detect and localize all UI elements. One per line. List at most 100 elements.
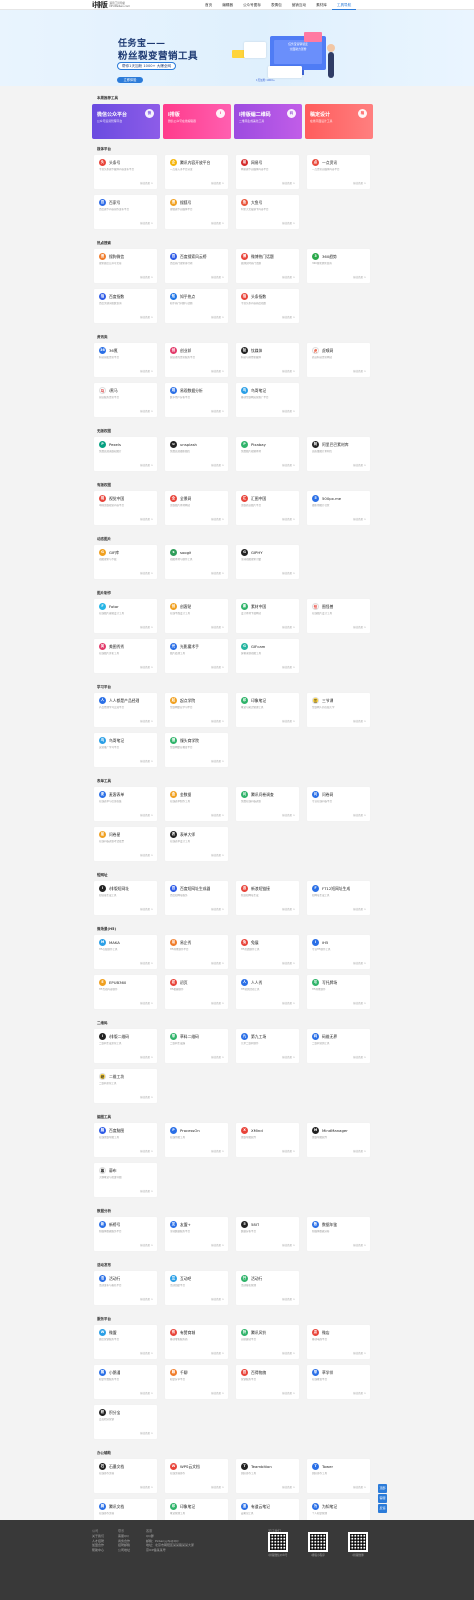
tool-card[interactable]: 视视觉中国 中国正版视觉内容平台 前往首页 >: [94, 491, 157, 525]
tool-card[interactable]: 怪图怪兽 在线图片设计工具 前往首页 >: [307, 599, 370, 633]
tool-card[interactable]: 数数据年鉴 新媒体数据分析 前往首页 >: [307, 1217, 370, 1251]
float-top-button[interactable]: 顶部: [378, 1484, 387, 1493]
hero-banner[interactable]: 任务宝—— 粉丝裂变营销工具 帮你1天加粉 1000+ 大爆全网 立即体验 任务…: [0, 10, 474, 86]
tool-card[interactable]: 美美图秀秀 在线图片美化工具 前往首页 >: [94, 639, 157, 673]
tool-card[interactable]: 观易观数据分析 数字用户分析平台 前往首页 >: [165, 383, 228, 417]
tool-visit-link[interactable]: 前往首页 >: [140, 1297, 153, 1301]
tool-visit-link[interactable]: 前往首页 >: [211, 409, 224, 413]
footer-link[interactable]: 公司地址: [118, 1548, 130, 1553]
nav-link-3[interactable]: 公众号图标: [238, 0, 266, 10]
tool-card[interactable]: 馒馒头商学院 互联网职业教育平台 前往首页 >: [165, 733, 228, 767]
nav-link-7[interactable]: 工具导航: [331, 0, 357, 10]
tool-card[interactable]: 三三节课 互联网人的在线大学 前往首页 >: [307, 693, 370, 727]
tool-card[interactable]: 搜搜狗微信 搜索微信公众号文章 前往首页 >: [94, 249, 157, 283]
tool-card[interactable]: 活活动行 活动发布与报名平台 前往首页 >: [94, 1271, 157, 1305]
tool-card[interactable]: 百百度短网址生成器 百度短网址服务 前往首页 >: [165, 881, 228, 915]
tool-visit-link[interactable]: 前往首页 >: [353, 1243, 366, 1247]
tool-card[interactable]: 印印象笔记 笔记与知识管理工具 前往首页 >: [236, 693, 299, 727]
tool-card[interactable]: 鸟鸟哥笔记 移动互联网运营推广平台 前往首页 >: [236, 383, 299, 417]
float-service-button[interactable]: 客服: [378, 1494, 387, 1503]
tool-visit-link[interactable]: 前往首页 >: [140, 1351, 153, 1355]
footer-link[interactable]: 关于我们: [92, 1534, 104, 1539]
tool-visit-link[interactable]: 前往首页 >: [211, 369, 224, 373]
float-feedback-button[interactable]: 反馈: [378, 1504, 387, 1513]
tool-card[interactable]: 指百度指数 百度关键词指数查询 前往首页 >: [94, 289, 157, 323]
tool-card[interactable]: M MindManager 思维导图软件 前往首页 >: [307, 1123, 370, 1157]
tool-visit-link[interactable]: 前往首页 >: [282, 275, 295, 279]
tool-visit-link[interactable]: 前往首页 >: [282, 181, 295, 185]
tool-visit-link[interactable]: 前往首页 >: [282, 571, 295, 575]
tool-card[interactable]: 百百得物旗 营销服务平台 前往首页 >: [236, 1365, 299, 1399]
tool-card[interactable]: T Tower 团队协作工具 前往首页 >: [307, 1459, 370, 1493]
tool-card[interactable]: 铃腾讯风铃 自助建站平台 前往首页 >: [236, 1325, 299, 1359]
tool-card[interactable]: 石石墨文档 在线协作文档 前往首页 >: [94, 1459, 157, 1493]
tool-visit-link[interactable]: 前往首页 >: [140, 1431, 153, 1435]
tool-visit-link[interactable]: 前往首页 >: [282, 625, 295, 629]
tool-card[interactable]: 点一点资讯 一点资讯自媒体内容平台 前往首页 >: [307, 155, 370, 189]
tool-card[interactable]: 麦麦客表单 在线表单与信息收集 前往首页 >: [94, 787, 157, 821]
tool-visit-link[interactable]: 前往首页 >: [140, 719, 153, 723]
tool-visit-link[interactable]: 前往首页 >: [211, 853, 224, 857]
site-logo[interactable]: i排版 运营工具导航 DH.IPaiban.com: [92, 1, 130, 9]
tool-visit-link[interactable]: 前往首页 >: [140, 907, 153, 911]
tool-visit-link[interactable]: 前往首页 >: [282, 813, 295, 817]
tool-visit-link[interactable]: 前往首页 >: [140, 463, 153, 467]
tool-visit-link[interactable]: 前往首页 >: [140, 1391, 153, 1395]
tool-visit-link[interactable]: 前往首页 >: [211, 625, 224, 629]
tool-card[interactable]: 问腾讯问卷调查 免费在线问卷调查 前往首页 >: [236, 787, 299, 821]
tool-card[interactable]: u unsplash 免费高清摄影图库 前往首页 >: [165, 437, 228, 471]
tool-visit-link[interactable]: 前往首页 >: [282, 369, 295, 373]
tool-visit-link[interactable]: 前往首页 >: [140, 1243, 153, 1247]
nav-link-2[interactable]: 编辑器: [217, 0, 238, 10]
tool-card[interactable]: 36 36氪 科技创投资讯平台 前往首页 >: [94, 343, 157, 377]
tool-card[interactable]: 人人人都是产品经理 产品经理学习交流平台 前往首页 >: [94, 693, 157, 727]
tool-card[interactable]: 钛钛媒体 科技与财经新媒体 前往首页 >: [236, 343, 299, 377]
tool-card[interactable]: 兔兔展 H5页面制作工具 前往首页 >: [236, 935, 299, 969]
tool-card[interactable]: 企腾讯内容开放平台 一点接入多平台分发 前往首页 >: [165, 155, 228, 189]
tool-visit-link[interactable]: 前往首页 >: [211, 1485, 224, 1489]
tool-visit-link[interactable]: 前往首页 >: [211, 315, 224, 319]
tool-visit-link[interactable]: 前往首页 >: [140, 625, 153, 629]
tool-visit-link[interactable]: 前往首页 >: [140, 1189, 153, 1193]
tool-visit-link[interactable]: 前往首页 >: [353, 181, 366, 185]
tool-card[interactable]: 草草学伴 在线教育平台 前往首页 >: [307, 1365, 370, 1399]
tool-card[interactable]: 虎虎嗅网 商业科技资讯网站 前往首页 >: [307, 343, 370, 377]
tool-card[interactable]: 创创业邦 创业者的资讯服务平台 前往首页 >: [165, 343, 228, 377]
tool-card[interactable]: 阿阿里巴巴素材库 高质量图片素材库 前往首页 >: [307, 437, 370, 471]
tool-card[interactable]: 有有赞商城 移动零售服务商 前往首页 >: [165, 1325, 228, 1359]
tool-card[interactable]: 鸟鸟哥笔记 运营推广学习平台 前往首页 >: [94, 733, 157, 767]
tool-visit-link[interactable]: 前往首页 >: [211, 1055, 224, 1059]
tool-visit-link[interactable]: 前往首页 >: [353, 275, 366, 279]
tool-visit-link[interactable]: 前往首页 >: [282, 1297, 295, 1301]
footer-link[interactable]: 京ICP备某某号: [146, 1548, 194, 1553]
tool-visit-link[interactable]: 前往首页 >: [353, 907, 366, 911]
tool-visit-link[interactable]: 前往首页 >: [353, 961, 366, 965]
tool-card[interactable]: 光光影魔术手 图片处理工具 前往首页 >: [165, 639, 228, 673]
tool-card[interactable]: 汇汇图中国 正版商业图片平台 前往首页 >: [236, 491, 299, 525]
tool-card[interactable]: E EPUB360 H5互动内容制作 前往首页 >: [94, 975, 157, 1009]
tool-visit-link[interactable]: 前往首页 >: [353, 1485, 366, 1489]
pick-card[interactable]: i排版 微信公众号在线编辑器 i: [163, 104, 231, 139]
nav-link-4[interactable]: 表情包: [266, 0, 287, 10]
tool-card[interactable]: G GIF库 动图搜索与下载 前往首页 >: [94, 545, 157, 579]
tool-visit-link[interactable]: 前往首页 >: [211, 1243, 224, 1247]
tool-visit-link[interactable]: 前往首页 >: [353, 369, 366, 373]
tool-visit-link[interactable]: 前往首页 >: [282, 1391, 295, 1395]
tool-visit-link[interactable]: 前往首页 >: [140, 315, 153, 319]
tool-visit-link[interactable]: 前往首页 >: [282, 1243, 295, 1247]
tool-visit-link[interactable]: 前往首页 >: [211, 1297, 224, 1301]
tool-card[interactable]: 店微店 移动电商平台 前往首页 >: [307, 1325, 370, 1359]
tool-card[interactable]: M MAKA H5在线制作工具 前往首页 >: [94, 935, 157, 969]
tool-card[interactable]: 浪新浪短链接 新浪短网址生成 前往首页 >: [236, 881, 299, 915]
tool-card[interactable]: 友友盟+ 全域数据服务平台 前往首页 >: [165, 1217, 228, 1251]
tool-visit-link[interactable]: 前往首页 >: [353, 517, 366, 521]
tool-visit-link[interactable]: 前往首页 >: [282, 1149, 295, 1153]
tool-card[interactable]: 3 360趋势 360搜索趋势查询 前往首页 >: [307, 249, 370, 283]
tool-card[interactable]: W 微盟 微信营销服务平台 前往首页 >: [94, 1325, 157, 1359]
tool-visit-link[interactable]: 前往首页 >: [211, 759, 224, 763]
tool-visit-link[interactable]: 前往首页 >: [282, 315, 295, 319]
tool-visit-link[interactable]: 前往首页 >: [211, 275, 224, 279]
tool-card[interactable]: 行活动行 活动报名管理 前往首页 >: [236, 1271, 299, 1305]
tool-card[interactable]: X XMind 思维导图软件 前往首页 >: [236, 1123, 299, 1157]
tool-visit-link[interactable]: 前往首页 >: [211, 907, 224, 911]
